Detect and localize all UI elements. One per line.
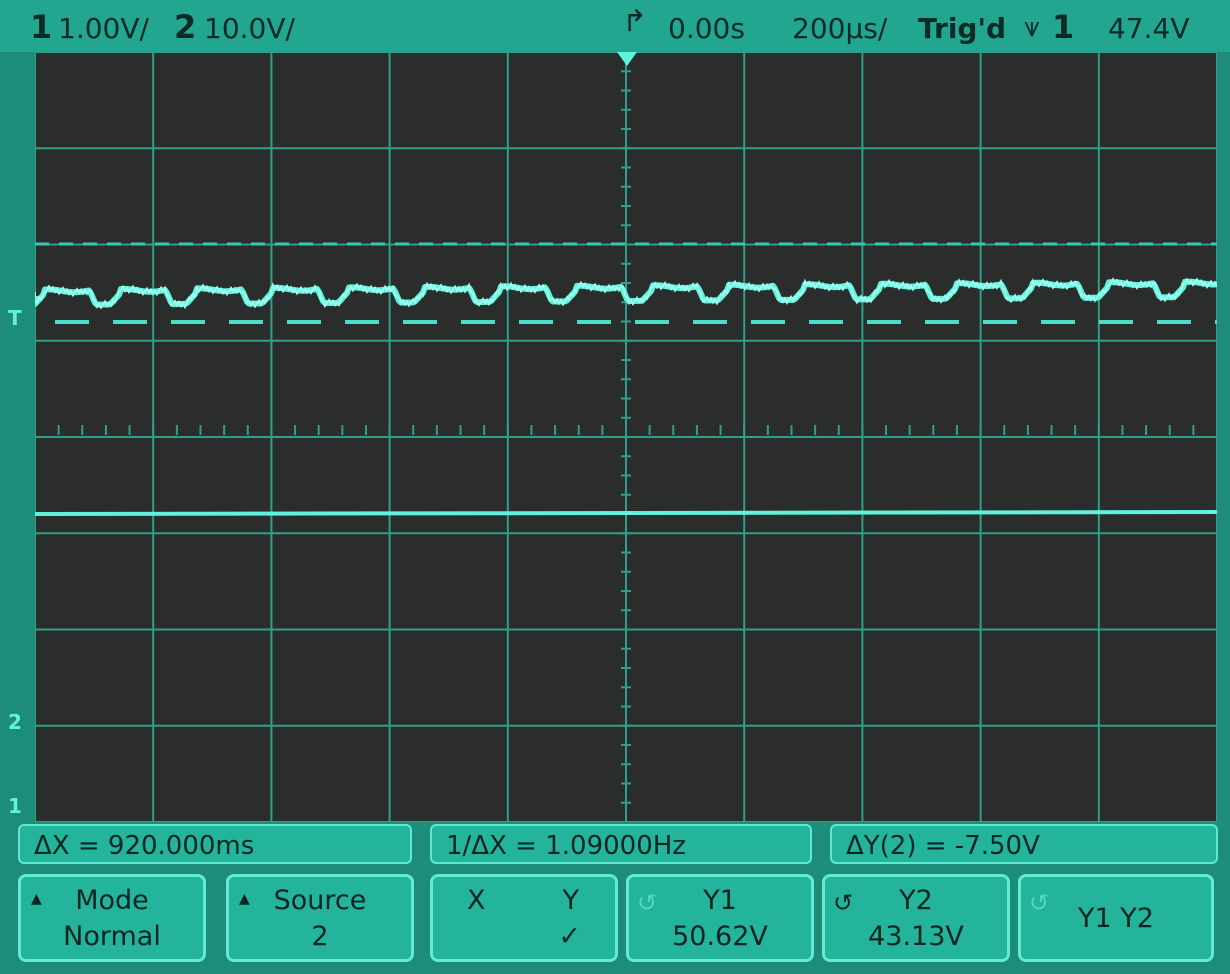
- cursor-readouts: ΔX = 920.000ms 1/ΔX = 1.09000Hz ΔY(2) = …: [18, 824, 1218, 868]
- delta-x-readout: ΔX = 920.000ms: [18, 824, 412, 864]
- channel1-number: 1: [30, 8, 53, 46]
- channel1-trace: [35, 510, 1217, 516]
- y2-value: 43.13V: [868, 921, 964, 952]
- delay-reference-icon: ↱: [622, 4, 648, 39]
- xy-softkey[interactable]: X Y ✓: [430, 874, 618, 962]
- inverse-delta-x-readout: 1/ΔX = 1.09000Hz: [430, 824, 812, 864]
- y1-title: Y1: [703, 885, 737, 916]
- mode-title: Mode: [75, 885, 149, 916]
- channel1-ground-marker: 1: [8, 794, 22, 818]
- y-option: Y: [562, 885, 580, 916]
- y2-softkey[interactable]: ↺ Y2 43.13V: [822, 874, 1010, 962]
- falling-edge-trigger-icon: ⩛: [1024, 10, 1040, 43]
- time-scale: 200µs/: [792, 12, 888, 45]
- delta-y-readout: ΔY(2) = -7.50V: [830, 824, 1218, 864]
- y1-y2-title: Y1 Y2: [1078, 903, 1154, 934]
- y1-softkey[interactable]: ↺ Y1 50.62V: [626, 874, 814, 962]
- mode-softkey[interactable]: ▲ Mode Normal: [18, 874, 206, 962]
- source-softkey[interactable]: ▲ Source 2: [226, 874, 414, 962]
- trigger-status: Trig'd: [918, 12, 1007, 45]
- y1-y2-softkey[interactable]: ↺ Y1 Y2: [1018, 874, 1214, 962]
- oscilloscope-display: 1 1.00V/ 2 10.0V/ ↱ 0.00s 200µs/ Trig'd …: [0, 0, 1230, 974]
- channel2-number: 2: [174, 8, 197, 46]
- mode-value: Normal: [63, 921, 161, 952]
- trigger-position-marker: [617, 52, 637, 66]
- y1-value: 50.62V: [672, 921, 768, 952]
- channel2-scale: 10.0V/: [204, 12, 295, 45]
- trigger-level: 47.4V: [1108, 12, 1190, 45]
- channel1-scale: 1.00V/: [58, 12, 149, 45]
- source-value: 2: [311, 921, 329, 952]
- source-title: Source: [273, 885, 367, 916]
- status-bar: 1 1.00V/ 2 10.0V/ ↱ 0.00s 200µs/ Trig'd …: [0, 0, 1230, 52]
- trigger-level-marker: T: [8, 306, 22, 330]
- trigger-channel: 1: [1052, 8, 1075, 46]
- x-option: X: [467, 885, 486, 916]
- channel2-ground-marker: 2: [8, 710, 22, 734]
- waveform-screen: [35, 52, 1217, 822]
- y-selected-check-icon: ✓: [558, 921, 581, 952]
- y2-title: Y2: [899, 885, 933, 916]
- time-delay: 0.00s: [668, 12, 745, 45]
- graticule-and-traces: [35, 52, 1217, 822]
- softkey-menu: ▲ Mode Normal ▲ Source 2 X Y ✓ ↺ Y1 50.6…: [18, 874, 1218, 966]
